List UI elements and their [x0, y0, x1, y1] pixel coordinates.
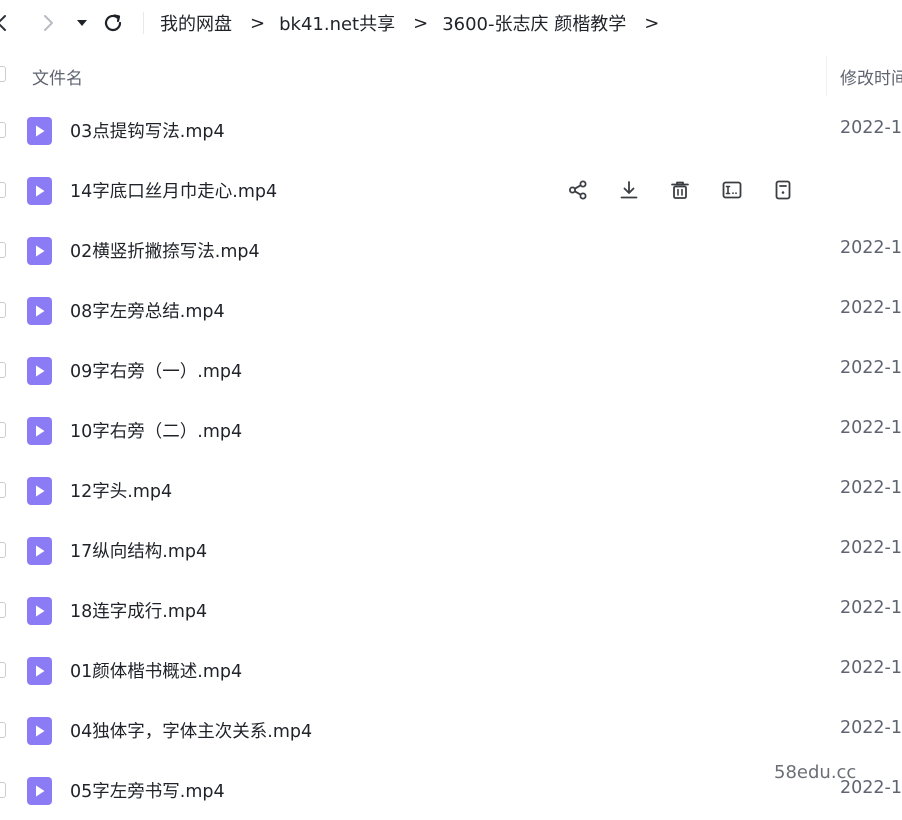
file-row[interactable]: 17纵向结构.mp4 2022-12	[0, 520, 902, 580]
file-row[interactable]: 05字左旁书写.mp4 2022-1	[0, 760, 902, 820]
breadcrumb-separator: >	[644, 12, 660, 34]
breadcrumb-item-share[interactable]: bk41.net共享	[279, 10, 395, 36]
row-checkbox[interactable]	[0, 302, 6, 318]
file-modified-time: 2022-12	[840, 478, 902, 498]
forward-arrow-icon[interactable]	[36, 11, 60, 35]
file-modified-time: 2022-12	[840, 538, 902, 558]
file-modified-time: 2022-12	[840, 238, 902, 258]
video-file-icon	[27, 297, 52, 325]
row-checkbox[interactable]	[0, 182, 6, 198]
file-name[interactable]: 10字右旁（二）.mp4	[70, 418, 242, 443]
file-row[interactable]: 03点提钩写法.mp4 2022-12	[0, 100, 902, 160]
top-nav-bar: 我的网盘 > bk41.net共享 > 3600-张志庆 颜楷教学 >	[0, 0, 902, 46]
breadcrumb-item-folder[interactable]: 3600-张志庆 颜楷教学	[442, 10, 626, 36]
file-row[interactable]: 08字左旁总结.mp4 2022-12	[0, 280, 902, 340]
file-row[interactable]: 01颜体楷书概述.mp4 2022-12	[0, 640, 902, 700]
row-checkbox[interactable]	[0, 662, 6, 678]
file-row[interactable]: 02横竖折撇捺写法.mp4 2022-12	[0, 220, 902, 280]
file-row[interactable]: 14字底口丝月巾走心.mp4	[0, 160, 902, 220]
row-checkbox[interactable]	[0, 602, 6, 618]
file-modified-time: 2022-12	[840, 358, 902, 378]
nav-divider	[143, 12, 144, 34]
column-divider[interactable]	[826, 56, 827, 96]
video-file-icon	[27, 657, 52, 685]
video-file-icon	[27, 237, 52, 265]
video-file-icon	[27, 417, 52, 445]
row-checkbox[interactable]	[0, 362, 6, 378]
file-name[interactable]: 17纵向结构.mp4	[70, 538, 207, 563]
row-checkbox[interactable]	[0, 242, 6, 258]
file-modified-time: 2022-12	[840, 118, 902, 138]
video-file-icon	[27, 717, 52, 745]
file-name[interactable]: 02横竖折撇捺写法.mp4	[70, 238, 260, 263]
file-name[interactable]: 08字左旁总结.mp4	[70, 298, 225, 323]
row-checkbox[interactable]	[0, 722, 6, 738]
file-name[interactable]: 03点提钩写法.mp4	[70, 118, 225, 143]
video-file-icon	[27, 597, 52, 625]
rename-icon[interactable]	[716, 174, 748, 206]
file-row[interactable]: 12字头.mp4 2022-12	[0, 460, 902, 520]
file-modified-time: 2022-12	[840, 418, 902, 438]
video-file-icon	[27, 177, 52, 205]
row-checkbox[interactable]	[0, 542, 6, 558]
file-modified-time: 2022-12	[840, 598, 902, 618]
file-name[interactable]: 09字右旁（一）.mp4	[70, 358, 242, 383]
video-file-icon	[27, 537, 52, 565]
download-icon[interactable]	[613, 174, 645, 206]
video-file-icon	[27, 357, 52, 385]
file-modified-time: 2022-12	[840, 298, 902, 318]
file-name[interactable]: 14字底口丝月巾走心.mp4	[70, 178, 277, 203]
file-name[interactable]: 04独体字，字体主次关系.mp4	[70, 718, 312, 743]
file-row[interactable]: 18连字成行.mp4 2022-12	[0, 580, 902, 640]
file-row[interactable]: 10字右旁（二）.mp4 2022-12	[0, 400, 902, 460]
file-name[interactable]: 18连字成行.mp4	[70, 598, 207, 623]
row-checkbox[interactable]	[0, 422, 6, 438]
watermark: 58edu.cc	[774, 762, 857, 783]
file-name[interactable]: 01颜体楷书概述.mp4	[70, 658, 242, 683]
video-file-icon	[27, 777, 52, 805]
share-icon[interactable]	[562, 174, 594, 206]
file-modified-time: 2022-12	[840, 718, 902, 738]
file-name[interactable]: 12字头.mp4	[70, 478, 172, 503]
file-name[interactable]: 05字左旁书写.mp4	[70, 778, 225, 803]
breadcrumb-separator: >	[250, 12, 266, 34]
column-header-modified-time[interactable]: 修改时间	[840, 64, 902, 89]
row-checkbox[interactable]	[0, 782, 6, 798]
more-icon[interactable]	[767, 174, 799, 206]
select-all-checkbox[interactable]	[0, 66, 6, 82]
breadcrumb-separator: >	[413, 12, 429, 34]
video-file-icon	[27, 477, 52, 505]
row-checkbox[interactable]	[0, 122, 6, 138]
file-list-header: 文件名 修改时间	[0, 52, 902, 98]
refresh-icon[interactable]	[101, 11, 125, 35]
column-header-name[interactable]: 文件名	[32, 64, 83, 89]
file-modified-time: 2022-12	[840, 658, 902, 678]
video-file-icon	[27, 117, 52, 145]
file-row[interactable]: 04独体字，字体主次关系.mp4 2022-12	[0, 700, 902, 760]
breadcrumb-item-root[interactable]: 我的网盘	[160, 10, 232, 36]
delete-icon[interactable]	[664, 174, 696, 206]
row-hover-actions	[562, 174, 802, 206]
row-checkbox[interactable]	[0, 482, 6, 498]
history-dropdown-icon[interactable]	[70, 11, 94, 35]
breadcrumb: 我的网盘 > bk41.net共享 > 3600-张志庆 颜楷教学 >	[160, 0, 673, 46]
back-arrow-icon[interactable]	[0, 11, 14, 35]
file-row[interactable]: 09字右旁（一）.mp4 2022-12	[0, 340, 902, 400]
